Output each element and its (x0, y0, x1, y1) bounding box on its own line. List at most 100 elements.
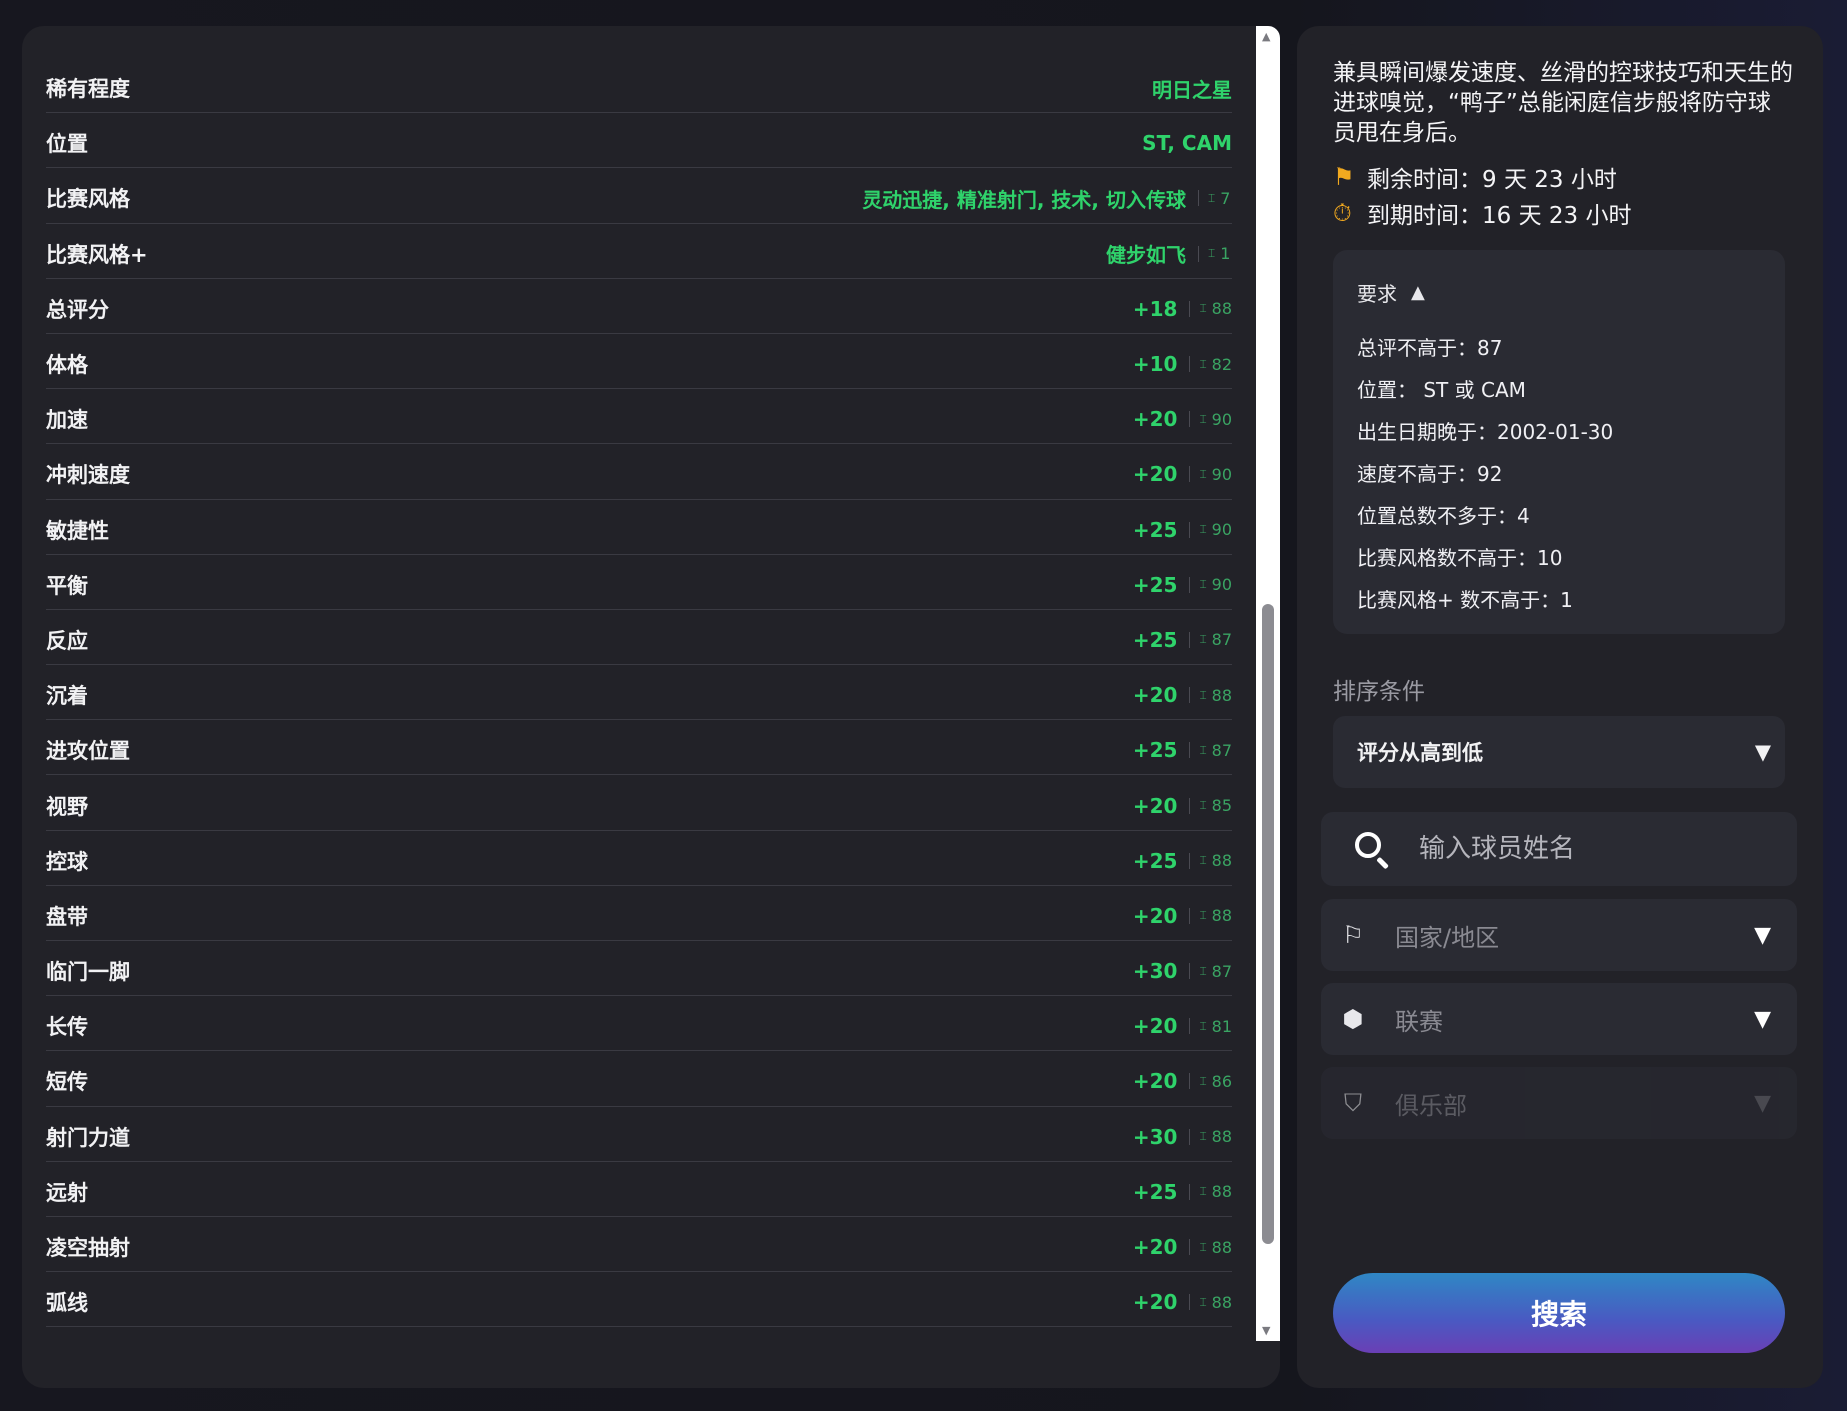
attribute-value-group: ST, CAM (1142, 131, 1232, 155)
search-button[interactable]: 搜索 (1333, 1273, 1785, 1353)
attribute-value-group: +30 ⌶ 88 (1133, 1125, 1232, 1149)
attribute-label: 稀有程度 (46, 77, 130, 102)
search-panel: 兼具瞬间爆发速度、丝滑的控球技巧和天生的进球嗅觉，“鸭子”总能闲庭信步般将防守球… (1297, 26, 1823, 1388)
attribute-row: 弧线 +20 ⌶ 88 (46, 1272, 1232, 1328)
requirement-item: 比赛风格数不高于：10 (1357, 546, 1563, 570)
attribute-cap: ⌶ 88 (1199, 1182, 1232, 1201)
scroll-thumb[interactable] (1262, 604, 1274, 1244)
value-divider (1189, 521, 1191, 538)
requirement-item: 总评不高于：87 (1357, 336, 1503, 360)
sort-select[interactable]: 评分从高到低 ▼ (1333, 716, 1785, 788)
attribute-value: +25 (1132, 572, 1178, 597)
attribute-cap-value: 90 (1211, 575, 1232, 595)
flag-icon: ⚐ (1342, 921, 1364, 949)
attribute-cap: ⌶ 7 (1208, 189, 1232, 208)
attribute-row: 位置 ST, CAM (46, 113, 1232, 169)
attribute-label: 进攻位置 (46, 739, 130, 764)
club-filter[interactable]: ⛉ 俱乐部 ▼ (1321, 1067, 1797, 1139)
value-divider (1189, 1294, 1191, 1311)
attribute-value-group: +25 ⌶ 88 (1133, 849, 1232, 873)
attribute-value: +20 (1132, 407, 1178, 432)
attribute-row: 反应 +25 ⌶ 87 (46, 610, 1232, 666)
attribute-value-group: +20 ⌶ 85 (1133, 794, 1232, 818)
attribute-label: 控球 (46, 849, 88, 874)
cap-icon: ⌶ (1199, 632, 1207, 647)
league-filter[interactable]: ⬢ 联赛 ▼ (1321, 983, 1797, 1055)
nation-filter[interactable]: ⚐ 国家/地区 ▼ (1321, 899, 1797, 971)
attribute-cap-value: 90 (1211, 520, 1232, 540)
cap-icon: ⌶ (1199, 522, 1207, 537)
nation-filter-label: 国家/地区 (1395, 923, 1500, 952)
attribute-value-group: +25 ⌶ 87 (1133, 628, 1232, 652)
requirements-toggle[interactable]: 要求 ▲ (1357, 278, 1425, 307)
cap-icon: ⌶ (1199, 1073, 1207, 1088)
value-divider (1198, 190, 1199, 207)
cap-icon: ⌶ (1199, 466, 1207, 481)
attribute-cap-value: 90 (1211, 464, 1232, 484)
chevron-down-icon: ▼ (1754, 922, 1771, 948)
cap-icon: ⌶ (1199, 742, 1207, 757)
attribute-row: 平衡 +25 ⌶ 90 (46, 555, 1232, 610)
attribute-cap-value: 86 (1211, 1071, 1232, 1091)
cap-icon: ⌶ (1199, 356, 1207, 371)
attribute-label: 平衡 (46, 573, 88, 598)
attribute-value-group: +20 ⌶ 81 (1133, 1014, 1232, 1038)
attribute-cap-value: 1 (1220, 244, 1231, 264)
attribute-value: +25 (1132, 627, 1178, 652)
attribute-cap: ⌶ 88 (1199, 906, 1232, 925)
value-divider (1189, 576, 1191, 593)
value-divider (1189, 1073, 1191, 1090)
attribute-row: 加速 +20 ⌶ 90 (46, 389, 1232, 445)
attribute-cap: ⌶ 90 (1199, 520, 1232, 539)
attribute-label: 冲刺速度 (46, 463, 130, 488)
league-icon: ⬢ (1342, 1005, 1364, 1033)
cap-icon: ⌶ (1199, 301, 1207, 316)
attribute-scrollbar[interactable]: ▲ ▼ (1256, 26, 1280, 1341)
attribute-row: 盘带 +20 ⌶ 88 (46, 886, 1232, 941)
attribute-value-group: 灵动迅捷, 精准射门, 技术, 切入传球 ⌶ 7 (862, 184, 1232, 213)
attribute-label: 弧线 (46, 1291, 88, 1316)
attribute-label: 凌空抽射 (46, 1236, 130, 1261)
attribute-row: 体格 +10 ⌶ 82 (46, 334, 1232, 390)
cap-icon: ⌶ (1199, 963, 1207, 978)
scroll-up-icon[interactable]: ▲ (1262, 30, 1270, 43)
attribute-value: 灵动迅捷, 精准射门, 技术, 切入传球 (862, 187, 1186, 212)
expiry-time-text: 到期时间：16 天 23 小时 (1367, 203, 1632, 229)
cap-icon: ⌶ (1199, 1184, 1207, 1199)
cap-icon: ⌶ (1199, 908, 1207, 923)
attribute-value-group: +20 ⌶ 88 (1133, 683, 1232, 707)
cap-icon: ⌶ (1199, 853, 1207, 868)
attribute-cap-value: 82 (1211, 354, 1232, 374)
attribute-value-group: 明日之星 (1152, 74, 1232, 103)
cap-icon: ⌶ (1199, 1239, 1207, 1254)
attribute-cap: ⌶ 88 (1199, 1238, 1232, 1257)
attribute-label: 长传 (46, 1015, 88, 1040)
attribute-label: 短传 (46, 1070, 88, 1095)
attribute-value: +25 (1132, 738, 1178, 763)
player-name-input[interactable] (1419, 834, 1779, 864)
attribute-row: 远射 +25 ⌶ 88 (46, 1162, 1232, 1217)
attribute-value: +20 (1132, 903, 1178, 928)
attribute-cap-value: 88 (1211, 1292, 1232, 1312)
value-divider (1189, 687, 1191, 704)
scroll-down-icon[interactable]: ▼ (1262, 1324, 1270, 1337)
expiry-time: ⏱ 到期时间：16 天 23 小时 (1333, 196, 1631, 230)
attribute-cap: ⌶ 86 (1199, 1072, 1232, 1091)
attribute-cap-value: 88 (1211, 1127, 1232, 1147)
attribute-value: +20 (1132, 1069, 1178, 1094)
attribute-value: ST, CAM (1142, 131, 1232, 156)
attribute-list: 稀有程度 明日之星 位置 ST, CAM 比赛风格 灵动迅捷, 精准射门, 技术, 切入传… (46, 58, 1232, 1328)
attribute-value: 明日之星 (1152, 77, 1232, 102)
chevron-down-icon: ▼ (1754, 740, 1771, 764)
requirement-item: 速度不高于：92 (1357, 462, 1503, 486)
attribute-row: 凌空抽射 +20 ⌶ 88 (46, 1217, 1232, 1273)
attribute-row: 冲刺速度 +20 ⌶ 90 (46, 444, 1232, 500)
attribute-cap: ⌶ 90 (1199, 465, 1232, 484)
attribute-row: 进攻位置 +25 ⌶ 87 (46, 720, 1232, 776)
chevron-down-icon: ▼ (1754, 1006, 1771, 1032)
attribute-value: +25 (1132, 1179, 1178, 1204)
card-description: 兼具瞬间爆发速度、丝滑的控球技巧和天生的进球嗅觉，“鸭子”总能闲庭信步般将防守球… (1333, 60, 1793, 146)
attribute-cap: ⌶ 87 (1199, 630, 1232, 649)
attribute-value-group: +18 ⌶ 88 (1133, 297, 1232, 321)
search-icon (1353, 830, 1391, 870)
